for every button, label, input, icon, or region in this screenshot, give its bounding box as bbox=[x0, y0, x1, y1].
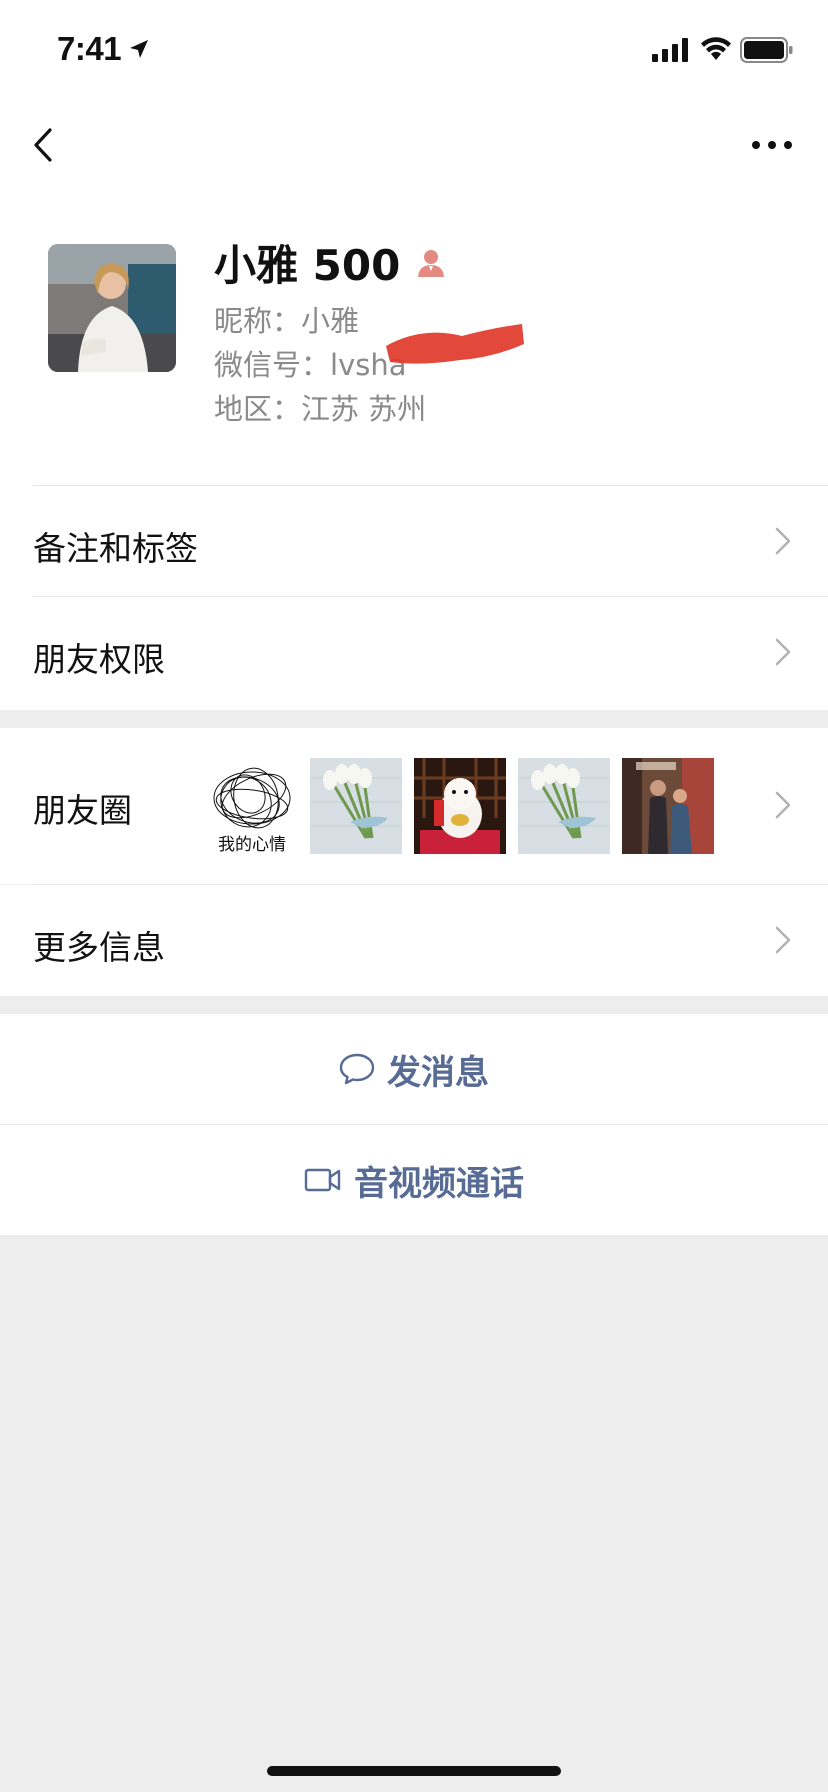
row-remarks-tags-label: 备注和标签 bbox=[33, 529, 198, 568]
person-icon bbox=[418, 249, 445, 277]
nickname-line: 昵称：小雅 bbox=[214, 298, 359, 340]
wechat-id-label: 微信号： bbox=[214, 348, 331, 382]
moments-thumb: 我的心情 bbox=[206, 758, 298, 854]
send-message-button[interactable]: 发消息 bbox=[0, 1014, 828, 1124]
region-value: 江苏 苏州 bbox=[301, 392, 427, 426]
video-camera-icon bbox=[304, 1168, 341, 1192]
av-call-button[interactable]: 音视频通话 bbox=[0, 1125, 828, 1235]
send-message-label: 发消息 bbox=[387, 1052, 489, 1093]
tulips-image bbox=[518, 758, 610, 854]
row-remarks-tags[interactable]: 备注和标签 bbox=[0, 486, 828, 596]
cellular-signal-icon bbox=[652, 38, 688, 62]
wifi-icon bbox=[701, 37, 731, 60]
wechat-id-line: 微信号：lvsha bbox=[214, 342, 407, 384]
nickname-value: 小雅 bbox=[301, 304, 360, 338]
row-more-info[interactable]: 更多信息 bbox=[0, 885, 828, 996]
moments-thumbnails: 我的心情 bbox=[206, 758, 714, 854]
region-label: 地区： bbox=[214, 392, 302, 426]
lucky-cat-image bbox=[414, 758, 506, 854]
status-time: 7:41 bbox=[57, 30, 122, 67]
region-line: 地区：江苏 苏州 bbox=[214, 386, 426, 428]
chevron-right-icon bbox=[775, 791, 791, 819]
battery-icon bbox=[740, 37, 793, 63]
row-more-info-label: 更多信息 bbox=[33, 928, 165, 967]
row-moments[interactable]: 朋友圈 我的心情 bbox=[0, 728, 828, 884]
row-friend-permissions[interactable]: 朋友权限 bbox=[0, 597, 828, 708]
moments-thumb bbox=[310, 758, 402, 854]
chevron-right-icon bbox=[775, 527, 791, 555]
redaction-scribble bbox=[386, 324, 524, 364]
chevron-right-icon bbox=[775, 638, 791, 666]
row-moments-label: 朋友圈 bbox=[33, 791, 132, 830]
tulips-image bbox=[310, 758, 402, 854]
moments-thumb-caption: 我的心情 bbox=[218, 830, 286, 854]
home-indicator bbox=[267, 1766, 561, 1776]
movie-poster-image bbox=[622, 758, 714, 854]
avatar[interactable] bbox=[48, 244, 176, 372]
moments-thumb bbox=[622, 758, 714, 854]
back-chevron-icon[interactable] bbox=[28, 120, 68, 170]
nav-bar bbox=[0, 110, 828, 180]
moments-thumb bbox=[518, 758, 610, 854]
chat-bubble-icon bbox=[339, 1053, 375, 1085]
moments-thumb bbox=[414, 758, 506, 854]
avatar-photo bbox=[48, 244, 176, 372]
nickname-label: 昵称： bbox=[214, 304, 302, 338]
location-arrow-icon bbox=[130, 40, 148, 58]
contact-name: 小雅 500 bbox=[214, 241, 401, 290]
av-call-label: 音视频通话 bbox=[354, 1163, 524, 1204]
status-bar: 7:41 bbox=[0, 0, 828, 100]
ellipsis-icon[interactable] bbox=[748, 130, 798, 160]
chevron-right-icon bbox=[775, 926, 791, 954]
row-friend-permissions-label: 朋友权限 bbox=[33, 640, 165, 679]
name-row: 小雅 500 bbox=[214, 232, 446, 293]
